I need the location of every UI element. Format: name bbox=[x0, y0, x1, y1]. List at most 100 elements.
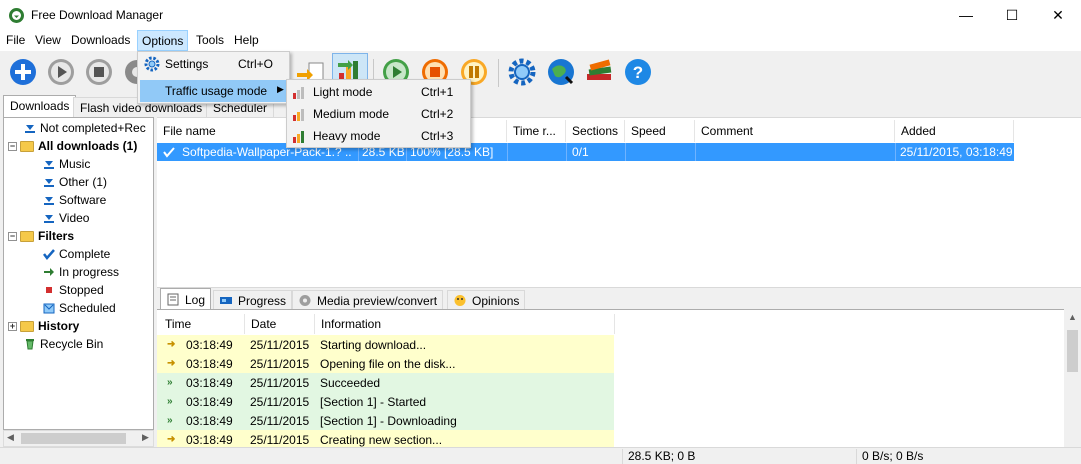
medium-mode-icon bbox=[293, 109, 304, 121]
log-information: Starting download... bbox=[320, 338, 427, 352]
menu-item-settings[interactable]: Settings Ctrl+O bbox=[140, 53, 288, 75]
tab-media-preview[interactable]: Media preview/convert bbox=[292, 290, 444, 310]
cell-separator bbox=[895, 143, 896, 161]
menu-view[interactable]: View bbox=[35, 33, 61, 47]
scroll-up-icon[interactable]: ▲ bbox=[1068, 312, 1077, 322]
folder-icon bbox=[20, 140, 34, 152]
log-vertical-scrollbar[interactable]: ▲ bbox=[1064, 309, 1081, 447]
tree-item-other[interactable]: Other (1) bbox=[43, 173, 107, 191]
column-time-remaining[interactable]: Time r... bbox=[507, 120, 566, 142]
menu-options[interactable]: Options bbox=[137, 30, 189, 51]
info-arrow-icon: ➜ bbox=[167, 339, 176, 350]
arrow-down-icon bbox=[44, 215, 54, 223]
status-bar: 28.5 KB; 0 B 0 B/s; 0 B/s bbox=[0, 447, 1081, 464]
scroll-right-icon[interactable]: ▶ bbox=[142, 432, 149, 443]
menu-tools[interactable]: Tools bbox=[196, 33, 224, 47]
expand-icon[interactable]: + bbox=[8, 321, 17, 331]
tree-item-complete[interactable]: Complete bbox=[43, 245, 110, 263]
success-arrow-icon: » bbox=[167, 377, 173, 388]
menu-item-medium-mode[interactable]: Medium mode Ctrl+2 bbox=[289, 103, 469, 125]
log-date: 25/11/2015 bbox=[250, 376, 310, 390]
tree-item-filters[interactable]: − Filters bbox=[8, 227, 74, 245]
books-icon bbox=[587, 59, 612, 80]
tab-log[interactable]: Log bbox=[160, 288, 212, 310]
help-button[interactable]: ? bbox=[623, 57, 653, 87]
folder-icon bbox=[20, 230, 34, 242]
menu-item-traffic-usage-mode[interactable]: Traffic usage mode ▶ bbox=[140, 80, 288, 102]
toolbar-separator bbox=[498, 59, 499, 87]
info-arrow-icon: ➜ bbox=[167, 434, 176, 445]
globe-icon bbox=[548, 59, 574, 85]
options-menu: Settings Ctrl+O Traffic usage mode ▶ bbox=[137, 51, 290, 104]
tree-item-scheduled[interactable]: Scheduled bbox=[43, 299, 116, 317]
arrow-down-icon bbox=[25, 125, 35, 133]
menu-file[interactable]: File bbox=[6, 33, 25, 47]
tree-item-history[interactable]: + History bbox=[8, 317, 79, 335]
start-button[interactable] bbox=[46, 57, 76, 87]
tree-item-video[interactable]: Video bbox=[43, 209, 89, 227]
submenu-arrow-icon: ▶ bbox=[277, 84, 284, 94]
progress-icon bbox=[220, 297, 232, 304]
minimize-button[interactable]: — bbox=[943, 0, 989, 30]
maximize-button[interactable]: ☐ bbox=[989, 0, 1035, 30]
tab-downloads[interactable]: Downloads bbox=[3, 95, 77, 117]
log-information: [Section 1] - Downloading bbox=[320, 414, 457, 428]
stop-button[interactable] bbox=[84, 57, 114, 87]
log-column-information[interactable]: Information bbox=[315, 314, 615, 334]
arrow-down-icon bbox=[44, 161, 54, 169]
tab-progress[interactable]: Progress bbox=[213, 290, 293, 310]
tree-item-software[interactable]: Software bbox=[43, 191, 106, 209]
status-transfer: 28.5 KB; 0 B bbox=[622, 449, 862, 464]
scroll-left-icon[interactable]: ◀ bbox=[7, 432, 14, 443]
collapse-icon[interactable]: − bbox=[8, 231, 17, 241]
log-column-date[interactable]: Date bbox=[245, 314, 315, 334]
tree-item-in-progress[interactable]: In progress bbox=[43, 263, 119, 281]
menu-item-light-mode[interactable]: Light mode Ctrl+1 bbox=[289, 81, 469, 103]
tree-item-not-completed[interactable]: Not completed+Rec bbox=[24, 119, 146, 137]
log-row[interactable]: » 03:18:49 25/11/2015 Succeeded bbox=[157, 373, 614, 392]
tree-horizontal-scrollbar[interactable]: ◀ ▶ bbox=[3, 430, 154, 447]
cell-separator bbox=[507, 143, 508, 161]
success-arrow-icon: » bbox=[167, 415, 173, 426]
tree-item-recycle-bin[interactable]: Recycle Bin bbox=[24, 335, 103, 353]
play-icon bbox=[48, 59, 74, 85]
scrollbar-thumb[interactable] bbox=[1067, 330, 1078, 372]
log-date: 25/11/2015 bbox=[250, 338, 310, 352]
library-button[interactable] bbox=[584, 57, 614, 87]
detail-tab-strip: Log Progress Media preview/convert Opini… bbox=[157, 287, 1081, 310]
log-row[interactable]: ➜ 03:18:49 25/11/2015 Starting download... bbox=[157, 335, 614, 354]
scrollbar-thumb[interactable] bbox=[21, 433, 126, 444]
arrow-down-icon bbox=[44, 179, 54, 187]
column-speed[interactable]: Speed bbox=[625, 120, 695, 142]
column-sections[interactable]: Sections bbox=[566, 120, 625, 142]
column-added[interactable]: Added bbox=[895, 120, 1014, 142]
heavy-mode-icon bbox=[293, 131, 304, 143]
log-icon bbox=[167, 293, 179, 306]
log-column-time[interactable]: Time bbox=[159, 314, 245, 334]
collapse-icon[interactable]: − bbox=[8, 141, 17, 151]
close-button[interactable]: ✕ bbox=[1035, 0, 1081, 30]
log-time: 03:18:49 bbox=[186, 395, 233, 409]
menu-item-heavy-mode[interactable]: Heavy mode Ctrl+3 bbox=[289, 125, 469, 147]
column-comment[interactable]: Comment bbox=[695, 120, 895, 142]
settings-toolbar-button[interactable] bbox=[507, 57, 537, 87]
svg-text:?: ? bbox=[633, 63, 643, 82]
arrow-down-icon bbox=[44, 197, 54, 205]
log-row[interactable]: ➜ 03:18:49 25/11/2015 Opening file on the d… bbox=[157, 354, 614, 373]
add-download-button[interactable] bbox=[8, 57, 38, 87]
tree-item-stopped[interactable]: Stopped bbox=[43, 281, 104, 299]
tree-item-music[interactable]: Music bbox=[43, 155, 90, 173]
menu-help[interactable]: Help bbox=[234, 33, 259, 47]
site-manager-button[interactable] bbox=[546, 57, 576, 87]
menu-downloads[interactable]: Downloads bbox=[71, 33, 130, 47]
title-bar: Free Download Manager — ☐ ✕ bbox=[0, 0, 1081, 30]
tree-item-all-downloads[interactable]: − All downloads (1) bbox=[8, 137, 137, 155]
log-row[interactable]: » 03:18:49 25/11/2015 [Section 1] - Downloa… bbox=[157, 411, 614, 430]
tab-opinions[interactable]: Opinions bbox=[447, 290, 526, 310]
settings-gear-icon bbox=[508, 58, 536, 86]
category-tree: Not completed+Rec − All downloads (1) Mu… bbox=[3, 117, 154, 430]
cell-separator bbox=[625, 143, 626, 161]
scheduled-icon bbox=[43, 303, 55, 314]
log-row[interactable]: » 03:18:49 25/11/2015 [Section 1] - Started bbox=[157, 392, 614, 411]
log-row[interactable]: ➜ 03:18:49 25/11/2015 Creating new section.… bbox=[157, 430, 614, 447]
